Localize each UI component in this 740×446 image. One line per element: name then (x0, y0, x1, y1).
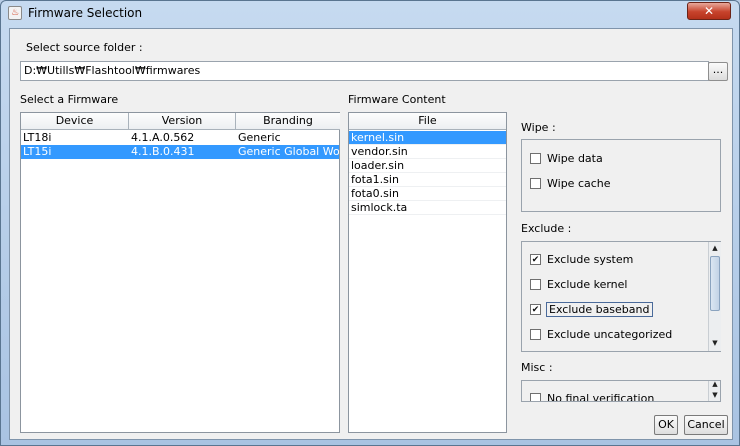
branding-cell: Generic (238, 131, 281, 144)
list-item[interactable]: fota0.sin (349, 187, 506, 201)
firmware-content-label: Firmware Content (348, 93, 446, 106)
checkbox-label: Exclude baseband (546, 301, 653, 317)
column-header-version[interactable]: Version (129, 113, 236, 130)
exclude-baseband-checkbox[interactable]: Exclude baseband (530, 301, 653, 317)
branding-cell: Generic Global World (238, 145, 339, 158)
java-icon: ♨ (8, 6, 22, 20)
checkbox-label: Wipe data (547, 151, 603, 165)
no-final-verification-checkbox[interactable]: No final verification (530, 390, 655, 402)
firmware-table-header: Device Version Branding (21, 113, 340, 130)
list-item[interactable]: fota1.sin (349, 173, 506, 187)
list-item[interactable]: simlock.ta (349, 201, 506, 215)
wipe-cache-checkbox[interactable]: Wipe cache (530, 175, 611, 191)
checkbox-label: No final verification (547, 391, 655, 402)
misc-label: Misc : (521, 361, 553, 374)
checkbox-box[interactable] (530, 152, 541, 164)
firmware-table[interactable]: Device Version Branding LT18i 4.1.A.0.56… (20, 112, 340, 433)
scroll-up-icon[interactable]: ▲ (709, 242, 721, 255)
scroll-up-icon[interactable]: ▲ (709, 381, 720, 389)
scroll-thumb[interactable] (710, 256, 720, 311)
version-cell: 4.1.B.0.431 (131, 145, 195, 158)
firmware-content-list[interactable]: File kernel.sin vendor.sin loader.sin fo… (348, 112, 507, 433)
list-item[interactable]: vendor.sin (349, 145, 506, 159)
column-header-device[interactable]: Device (21, 113, 129, 130)
wipe-data-checkbox[interactable]: Wipe data (530, 150, 603, 166)
exclude-group: Exclude system Exclude kernel Exclude ba… (521, 241, 721, 352)
exclude-label: Exclude : (521, 222, 572, 235)
exclude-kernel-checkbox[interactable]: Exclude kernel (530, 276, 627, 292)
checkbox-label: Exclude kernel (547, 277, 628, 291)
checkbox-box[interactable] (530, 392, 541, 401)
version-cell: 4.1.A.0.562 (131, 131, 195, 144)
wipe-group: Wipe data Wipe cache (521, 139, 721, 212)
checkbox-box[interactable] (530, 177, 541, 189)
misc-scrollbar[interactable]: ▲ ▼ (708, 381, 720, 401)
close-button[interactable]: ✕ (687, 2, 731, 20)
checkbox-box[interactable] (530, 303, 541, 315)
window-title: Firmware Selection (28, 6, 143, 20)
checkbox-box[interactable] (530, 328, 541, 340)
content-table-header: File (349, 113, 506, 130)
checkbox-label: Exclude uncategorized (547, 327, 673, 341)
title-bar[interactable]: ♨ Firmware Selection ✕ (1, 1, 739, 26)
checkbox-label: Wipe cache (547, 176, 611, 190)
column-header-branding[interactable]: Branding (236, 113, 340, 130)
column-header-file[interactable]: File (349, 113, 506, 130)
dialog-content: Select source folder : D:₩Utills₩Flashto… (9, 28, 733, 440)
ok-button[interactable]: OK (654, 415, 678, 435)
checkbox-box[interactable] (530, 253, 541, 265)
list-item[interactable]: kernel.sin (349, 131, 506, 145)
list-item[interactable]: loader.sin (349, 159, 506, 173)
device-cell: LT15i (23, 145, 52, 158)
device-cell: LT18i (23, 131, 52, 144)
source-folder-label: Select source folder : (26, 41, 143, 54)
source-folder-input[interactable]: D:₩Utills₩Flashtool₩firmwares (20, 61, 709, 81)
table-row[interactable]: LT18i 4.1.A.0.562 Generic (21, 131, 339, 145)
select-firmware-label: Select a Firmware (20, 93, 119, 106)
browse-button[interactable]: ... (708, 62, 728, 81)
exclude-system-checkbox[interactable]: Exclude system (530, 251, 633, 267)
wipe-label: Wipe : (521, 121, 556, 134)
firmware-selection-window: ♨ Firmware Selection ✕ Select source fol… (0, 0, 740, 446)
checkbox-label: Exclude system (547, 252, 634, 266)
exclude-scrollbar[interactable]: ▲ ▼ (708, 242, 721, 351)
misc-group: No final verification ▲ ▼ (521, 380, 721, 402)
scroll-down-icon[interactable]: ▼ (709, 390, 720, 400)
scroll-down-icon[interactable]: ▼ (709, 337, 721, 350)
checkbox-box[interactable] (530, 278, 541, 290)
exclude-uncategorized-checkbox[interactable]: Exclude uncategorized (530, 326, 672, 342)
cancel-button[interactable]: Cancel (684, 415, 728, 435)
table-row[interactable]: LT15i 4.1.B.0.431 Generic Global World (21, 145, 339, 159)
